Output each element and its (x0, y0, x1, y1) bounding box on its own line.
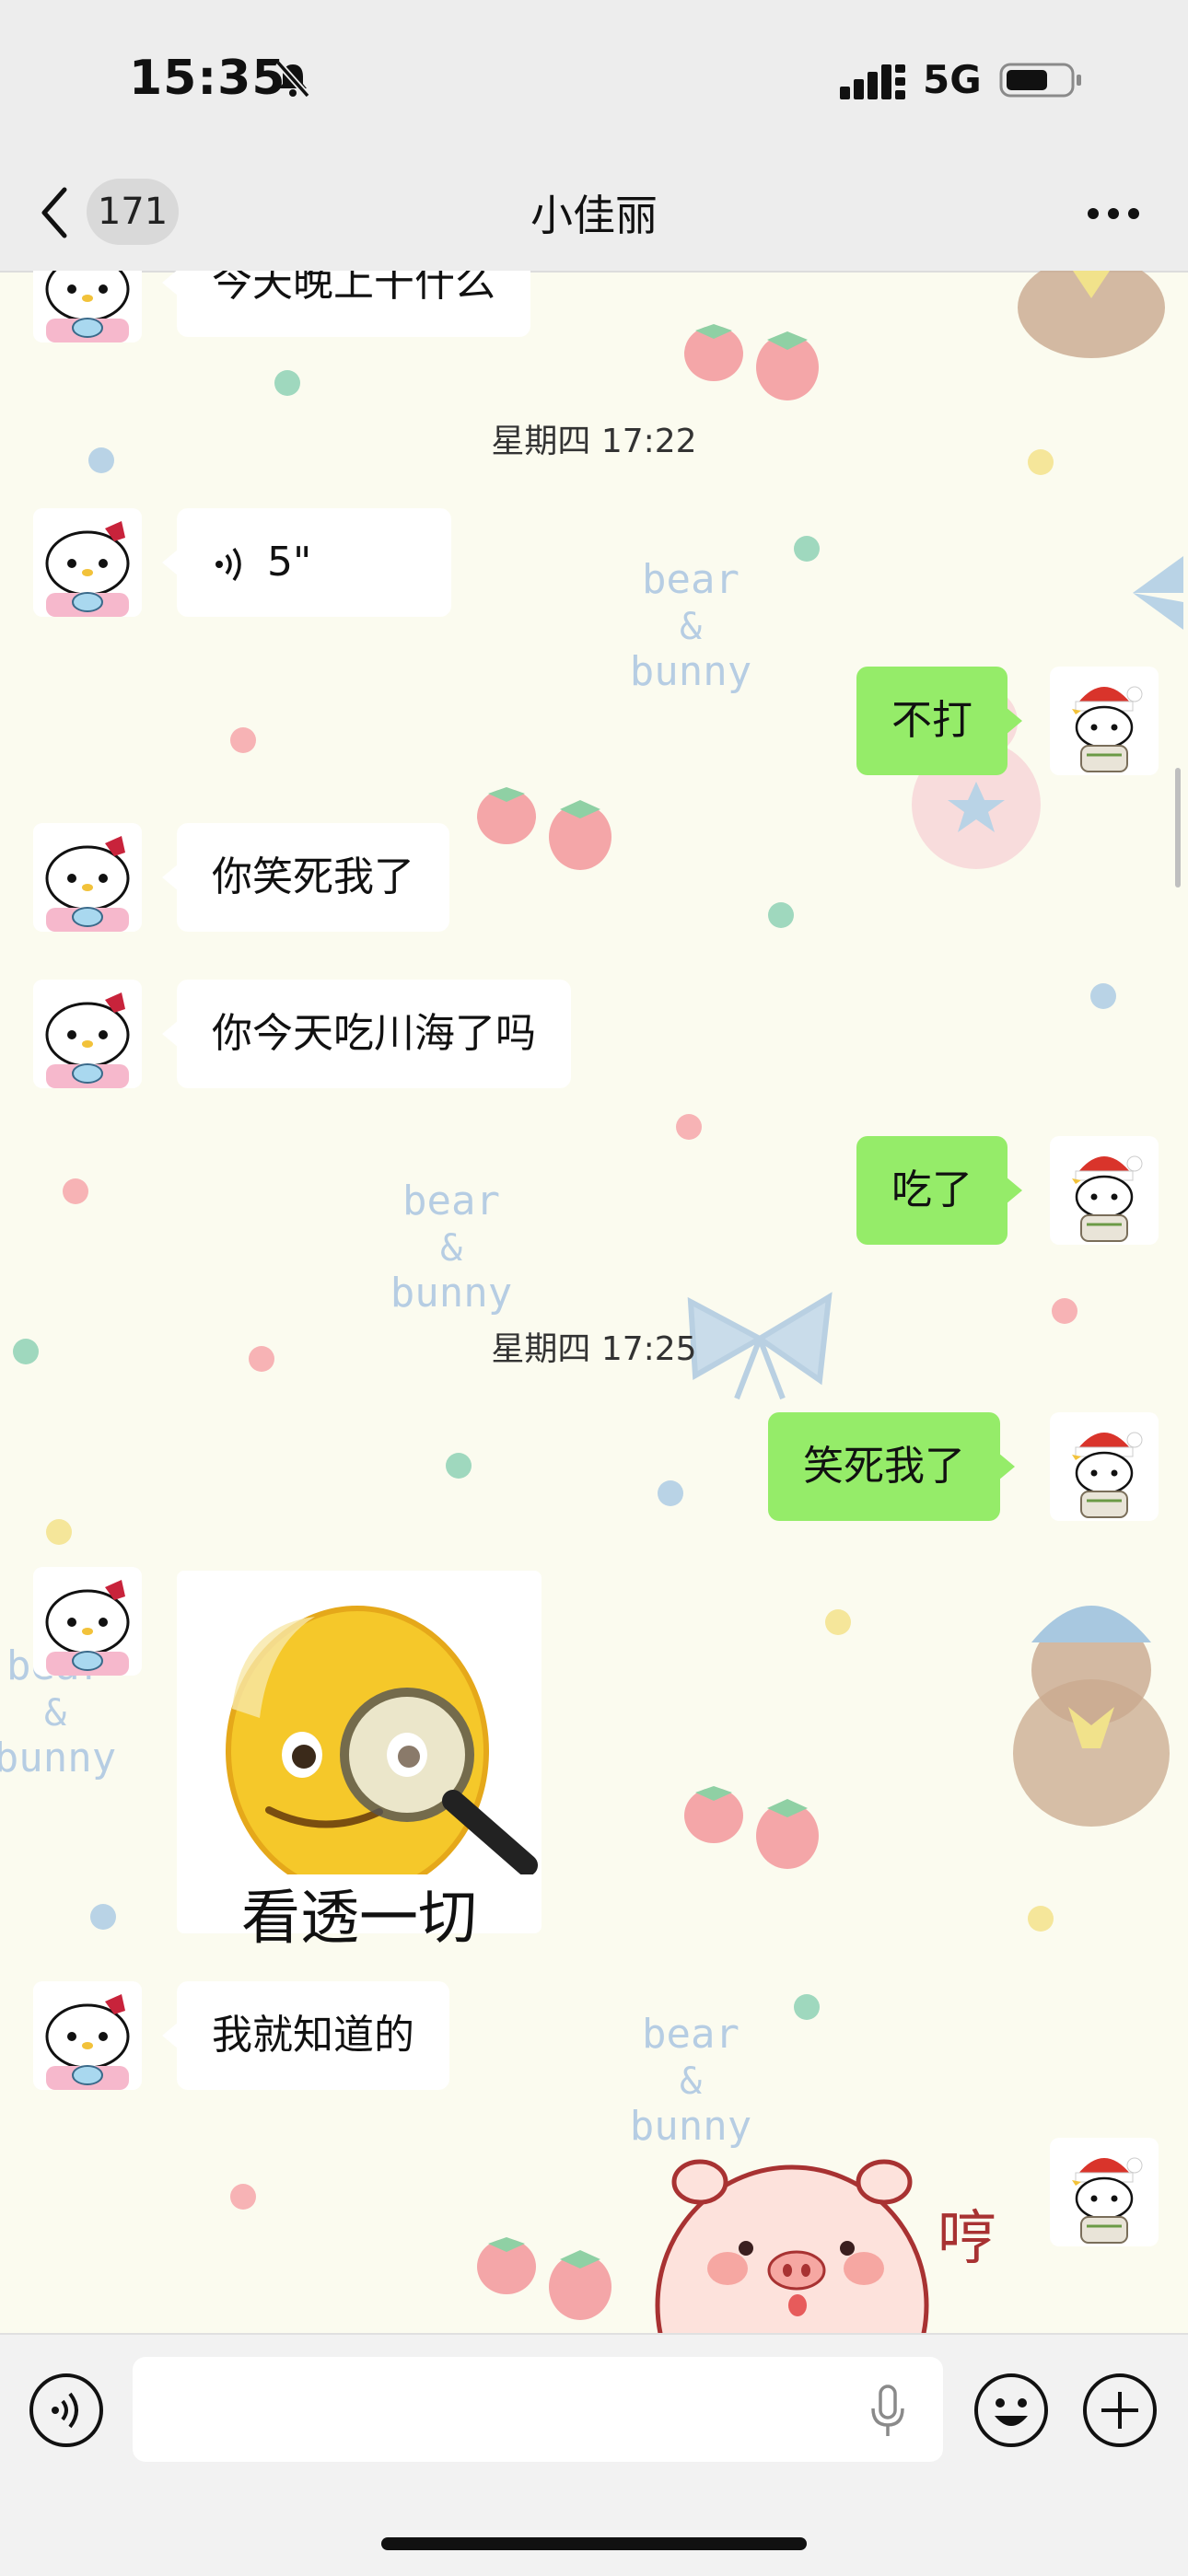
back-chevron-icon[interactable] (33, 182, 79, 243)
contact-avatar[interactable] (33, 1981, 142, 2090)
message-bubble-incoming[interactable]: 你笑死我了 (162, 823, 449, 932)
message-timestamp: 星期四 17:22 (491, 423, 697, 460)
status-bar: 15:35 5G (0, 0, 1188, 157)
signal-icon (840, 64, 905, 99)
network-type: 5G (923, 57, 982, 102)
contact-avatar[interactable] (33, 980, 142, 1088)
message-text-input[interactable] (133, 2357, 943, 2462)
sticker-message[interactable]: 看透一切 (177, 1571, 542, 1953)
my-avatar[interactable] (1050, 1136, 1159, 1245)
contact-avatar[interactable] (33, 1567, 142, 1676)
voice-duration: 5" (267, 539, 312, 586)
contact-avatar[interactable] (33, 271, 142, 342)
contact-avatar[interactable] (33, 508, 142, 617)
scroll-indicator[interactable] (1175, 768, 1181, 888)
message-bubble-outgoing[interactable]: 不打 (856, 667, 1022, 775)
sticker-message[interactable]: 哼 (654, 2140, 1022, 2333)
status-time: 15:35 (129, 51, 286, 106)
battery-icon (999, 63, 1081, 98)
home-indicator[interactable] (381, 2537, 807, 2550)
sticker-caption: 哼 (938, 2205, 996, 2273)
more-options-icon[interactable] (1081, 188, 1146, 239)
microphone-icon[interactable] (869, 2385, 906, 2438)
my-avatar[interactable] (1050, 667, 1159, 775)
message-bubble-outgoing[interactable]: 吃了 (856, 1136, 1022, 1245)
message-timestamp: 星期四 17:25 (491, 1330, 697, 1368)
chat-messages-area[interactable]: bear & bunny bear & bunny bear & (0, 271, 1188, 2333)
old-man-magnifier-emoji-icon (226, 1606, 538, 1874)
message-bubble-incoming[interactable]: 你今天吃川海了吗 (162, 980, 571, 1088)
message-bubble-incoming[interactable]: 今天晚上干什么 (162, 271, 530, 337)
voice-input-toggle-icon[interactable] (28, 2372, 105, 2449)
voice-wave-icon (215, 547, 241, 582)
emoji-icon[interactable] (973, 2372, 1050, 2449)
chat-header: 171 小佳丽 (0, 157, 1188, 273)
add-plus-icon[interactable] (1081, 2372, 1159, 2449)
sticker-caption: 看透一切 (241, 1885, 477, 1953)
silent-bell-icon (275, 60, 310, 99)
unread-count-badge[interactable]: 171 (87, 179, 179, 245)
contact-avatar[interactable] (33, 823, 142, 932)
voice-message-bubble[interactable]: 5" (162, 508, 451, 617)
my-avatar[interactable] (1050, 1412, 1159, 1521)
message-bubble-outgoing[interactable]: 笑死我了 (768, 1412, 1015, 1521)
message-bubble-incoming[interactable]: 我就知道的 (162, 1981, 449, 2090)
my-avatar[interactable] (1050, 2138, 1159, 2246)
